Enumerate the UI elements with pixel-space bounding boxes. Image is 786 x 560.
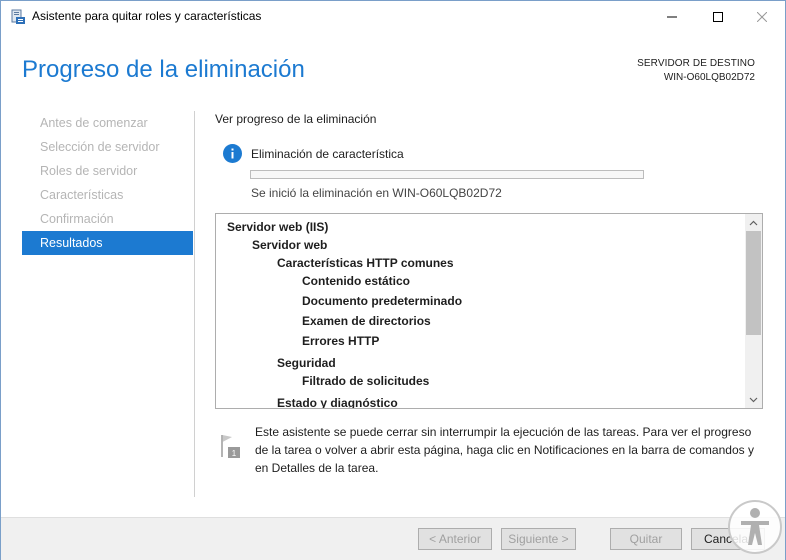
list-item: Seguridad <box>277 356 336 370</box>
status-subtitle: Se inició la eliminación en WIN-O60LQB02… <box>251 186 502 200</box>
info-icon <box>223 144 242 163</box>
status-title: Eliminación de característica <box>251 147 404 161</box>
list-item: Servidor web (IIS) <box>227 220 329 234</box>
minimize-icon <box>667 16 677 17</box>
nav-divider <box>194 111 195 497</box>
list-item: Errores HTTP <box>302 334 380 348</box>
minimize-button[interactable] <box>649 1 695 32</box>
chevron-down-icon <box>749 397 758 402</box>
maximize-icon <box>713 11 723 22</box>
previous-button[interactable]: < Anterior <box>418 528 492 550</box>
list-item: Documento predeterminado <box>302 294 463 308</box>
list-item: Servidor web <box>252 238 328 252</box>
remove-button[interactable]: Quitar <box>610 528 682 550</box>
info-note: Este asistente se puede cerrar sin inter… <box>255 425 754 475</box>
list-item: Examen de directorios <box>302 314 431 328</box>
destination-server-value: WIN-O60LQB02D72 <box>663 72 755 83</box>
nav-item-antes-de-comenzar[interactable]: Antes de comenzar <box>22 111 193 135</box>
wizard-window: Asistente para quitar roles y caracterís… <box>0 0 786 560</box>
nav-item-seleccion-servidor[interactable]: Selección de servidor <box>22 135 193 159</box>
site-watermark-logo <box>728 500 782 554</box>
chevron-up-icon <box>749 220 758 225</box>
vertical-scrollbar[interactable] <box>745 214 762 408</box>
results-list[interactable]: Servidor web (IIS) Servidor web Caracter… <box>215 213 763 409</box>
nav-item-caracteristicas[interactable]: Características <box>22 183 193 207</box>
list-item: Filtrado de solicitudes <box>302 374 430 388</box>
nav-item-confirmacion[interactable]: Confirmación <box>22 207 193 231</box>
title-bar: Asistente para quitar roles y caracterís… <box>1 1 785 32</box>
maximize-button[interactable] <box>695 1 741 32</box>
window-title: Asistente para quitar roles y caracterís… <box>32 9 262 23</box>
section-title: Ver progreso de la eliminación <box>215 112 377 126</box>
close-button[interactable] <box>739 1 785 32</box>
server-manager-app-icon <box>11 9 25 24</box>
nav-item-roles-servidor[interactable]: Roles de servidor <box>22 159 193 183</box>
next-button[interactable]: Siguiente > <box>501 528 576 550</box>
progress-bar <box>250 170 644 179</box>
notification-flag-icon: 1 <box>221 435 240 458</box>
close-icon <box>757 11 767 22</box>
page-title: Progreso de la eliminación <box>22 56 305 83</box>
scroll-thumb[interactable] <box>746 231 761 335</box>
list-item: Contenido estático <box>302 274 411 288</box>
nav-item-resultados[interactable]: Resultados <box>22 231 193 255</box>
destination-server-label: SERVIDOR DE DESTINO <box>637 58 755 69</box>
list-item: Estado y diagnóstico <box>277 396 398 409</box>
scroll-down-button[interactable] <box>745 391 762 408</box>
scroll-up-button[interactable] <box>745 214 762 231</box>
wizard-nav: Antes de comenzar Selección de servidor … <box>22 111 193 255</box>
svg-text:1: 1 <box>232 449 237 458</box>
list-item: Características HTTP comunes <box>277 256 454 270</box>
